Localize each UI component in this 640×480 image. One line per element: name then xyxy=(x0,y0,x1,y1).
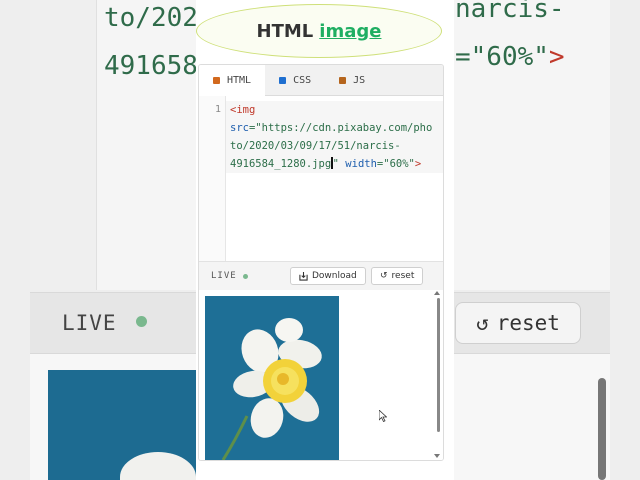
line-gutter: 1 xyxy=(199,96,226,261)
live-preview xyxy=(199,290,443,460)
tab-html[interactable]: HTML xyxy=(199,65,266,96)
js-tab-icon xyxy=(339,76,347,84)
tab-js-label: JS xyxy=(353,74,366,86)
bg-live-label: LIVE xyxy=(62,311,117,335)
code-width-value: "60%" xyxy=(383,158,415,170)
css-tab-icon xyxy=(279,76,287,84)
line-number: 1 xyxy=(214,104,221,115)
download-icon xyxy=(299,271,308,281)
bg-code-tag-close: > xyxy=(548,42,565,72)
code-src-line-1: "https://cdn.pixabay.com/pho xyxy=(255,122,433,134)
editor-tabs: HTML CSS JS xyxy=(199,65,443,96)
tab-js[interactable]: JS xyxy=(325,65,379,95)
bg-code-line-2: 491658 xyxy=(104,51,198,81)
code-editor: HTML CSS JS 1 <img src="https://cdn.pixa… xyxy=(198,64,444,461)
live-bar: LIVE Download ↺ reset xyxy=(199,261,443,291)
code-src-line-3: 4916584_1280.jpg xyxy=(230,158,332,170)
download-button[interactable]: Download xyxy=(290,267,366,285)
narcissus-photo xyxy=(205,296,339,460)
code-tag-open: <img xyxy=(230,104,256,116)
code-tag-close: > xyxy=(414,158,422,170)
code-attr-width: width xyxy=(338,158,377,170)
title-prefix: HTML xyxy=(256,20,314,42)
download-label: Download xyxy=(312,271,357,281)
mouse-pointer-icon xyxy=(379,410,387,422)
bg-reset-label: reset xyxy=(496,311,560,335)
tab-css-label: CSS xyxy=(293,74,312,86)
html-tab-icon xyxy=(213,76,220,84)
reset-label: reset xyxy=(391,271,415,281)
bg-code-right: narcis- ="60%"> xyxy=(455,0,565,72)
tab-html-label: HTML xyxy=(227,74,252,86)
title-accent: image xyxy=(319,20,382,42)
daffodil-image xyxy=(221,318,322,460)
tab-css[interactable]: CSS xyxy=(265,65,325,95)
bg-reset-button: ↺ reset xyxy=(455,302,581,344)
code-input-area[interactable]: 1 <img src="https://cdn.pixabay.com/pho … xyxy=(199,96,443,261)
bg-reset-icon: ↺ xyxy=(476,311,489,335)
code-attr-src: src xyxy=(230,122,249,134)
bg-code-right-line-2: ="60%" xyxy=(455,42,549,72)
scrollbar-thumb[interactable] xyxy=(437,298,440,432)
scroll-up-arrow-icon[interactable] xyxy=(434,291,440,295)
code-src-line-2: to/2020/03/09/17/51/narcis- xyxy=(230,140,401,152)
bg-gutter xyxy=(30,0,97,290)
reset-button[interactable]: ↺ reset xyxy=(371,267,424,285)
live-label: LIVE xyxy=(211,271,237,281)
center-card: HTML image HTML CSS JS 1 <img src="https… xyxy=(196,0,454,480)
bg-code-right-line-1: narcis- xyxy=(455,0,565,24)
reset-icon: ↺ xyxy=(380,271,388,281)
code-text[interactable]: <img src="https://cdn.pixabay.com/pho to… xyxy=(230,101,440,173)
bg-scrollbar xyxy=(598,378,606,480)
page-title: HTML image xyxy=(196,4,442,58)
live-status-dot xyxy=(242,273,248,279)
bg-live-dot xyxy=(136,316,147,327)
scroll-down-arrow-icon[interactable] xyxy=(434,454,440,458)
